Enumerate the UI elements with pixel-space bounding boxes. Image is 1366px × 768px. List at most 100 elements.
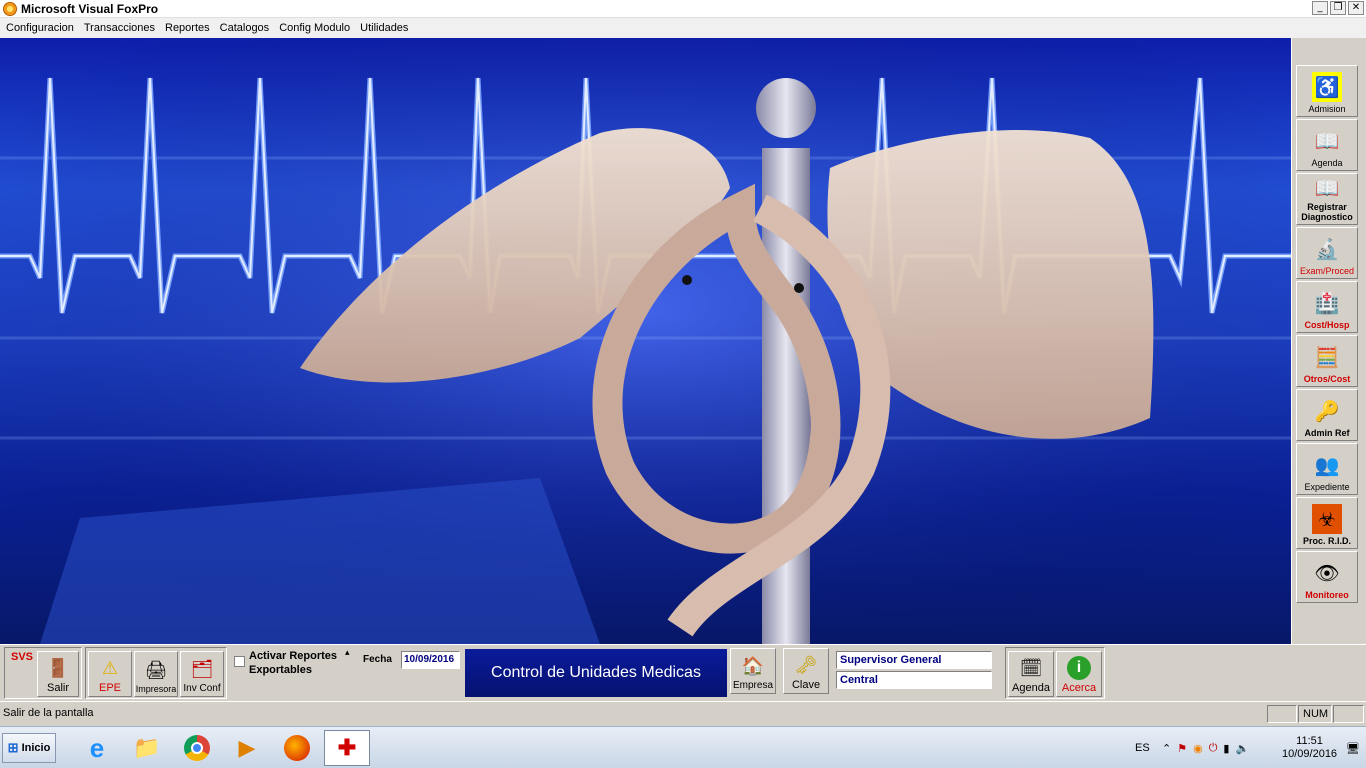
- menu-catalogos[interactable]: Catalogos: [216, 22, 274, 34]
- num-lock-indicator: NUM: [1298, 705, 1332, 723]
- eye-icon: 👁: [1314, 562, 1340, 585]
- activar-reportes-label: Activar Reportes Exportables: [249, 649, 337, 677]
- activar-reportes-checkbox[interactable]: [234, 656, 245, 667]
- power-icon[interactable]: ⏻: [1209, 742, 1218, 755]
- taskbar: ⊞ Inicio e 📁 ▶ ✚ ES ⌃ ⚑ ◉ ⏻ ▮ 🔈 11:51 10…: [0, 726, 1366, 768]
- fecha-field[interactable]: 10/09/2016: [401, 651, 460, 669]
- exam-proced-button[interactable]: 🔬 Exam/Proced: [1296, 227, 1358, 279]
- microscope-icon: 🔬: [1314, 238, 1340, 261]
- otros-cost-button[interactable]: 🧮 Otros/Cost: [1296, 335, 1358, 387]
- salir-button[interactable]: 🚪 Salir: [37, 651, 79, 697]
- admision-button[interactable]: ♿ Admision: [1296, 65, 1358, 117]
- exit-door-icon: 🚪: [46, 657, 70, 678]
- fecha-label: Fecha: [363, 654, 392, 665]
- chrome-icon: [184, 735, 210, 761]
- tools-group: ⚠ EPE 🖨 Impresora 🗂 Inv Conf: [85, 647, 227, 699]
- menu-transacciones[interactable]: Transacciones: [80, 22, 159, 34]
- window-title: Microsoft Visual FoxPro: [21, 1, 159, 16]
- caduceus-illustration: [0, 38, 1291, 644]
- key-icon: 🔑: [1314, 400, 1340, 423]
- registrar-diagnostico-button[interactable]: 📖 Registrar Diagnostico: [1296, 173, 1358, 225]
- impresora-button[interactable]: 🖨 Impresora: [134, 651, 178, 697]
- epe-label: EPE: [98, 682, 121, 694]
- agenda-button[interactable]: 🗓 Agenda: [1008, 651, 1054, 697]
- empresa-button[interactable]: 🏠 Empresa: [730, 648, 776, 694]
- avast-icon[interactable]: ◉: [1193, 742, 1203, 755]
- info-group: 🗓 Agenda i Acerca: [1005, 647, 1105, 699]
- agenda-side-button[interactable]: 📖 Agenda: [1296, 119, 1358, 171]
- close-button[interactable]: ✕: [1348, 1, 1364, 15]
- background-caduceus-image: [0, 38, 1291, 644]
- restore-button[interactable]: ❐: [1330, 1, 1346, 15]
- branch-field: Central: [836, 671, 992, 689]
- warning-icon: ⚠: [101, 657, 119, 678]
- status-panel-empty: [1267, 705, 1297, 723]
- building-icon: 🏠: [741, 655, 765, 676]
- menu-reportes[interactable]: Reportes: [161, 22, 214, 34]
- acerca-button[interactable]: i Acerca: [1056, 651, 1102, 697]
- registrar-diagnostico-label: Registrar Diagnostico: [1301, 202, 1353, 222]
- agenda-person-icon: 🗓: [1019, 657, 1043, 678]
- show-desktop-button[interactable]: 🖥: [1346, 727, 1360, 768]
- language-indicator[interactable]: ES: [1135, 727, 1150, 768]
- people-icon: 👥: [1314, 454, 1340, 477]
- menu-bar: Configuracion Transacciones Reportes Cat…: [0, 18, 1366, 38]
- book-icon: 📖: [1314, 130, 1340, 153]
- monitor-icon: 🖥: [1346, 742, 1360, 755]
- calculator-icon: 🧮: [1314, 346, 1340, 369]
- medical-cross-icon: ✚: [337, 735, 357, 760]
- taskbar-chrome[interactable]: [174, 730, 220, 766]
- exam-proced-label: Exam/Proced: [1299, 266, 1355, 276]
- clave-button[interactable]: 🗝 Clave: [783, 648, 829, 694]
- inv-conf-label: Inv Conf: [183, 683, 221, 694]
- book-icon: 📖: [1314, 177, 1340, 200]
- activar-line2: Exportables: [249, 664, 312, 676]
- menu-utilidades[interactable]: Utilidades: [356, 22, 412, 34]
- taskbar-ie[interactable]: e: [74, 730, 120, 766]
- chevron-up-icon[interactable]: ⌃: [1162, 742, 1171, 755]
- salir-label: Salir: [46, 682, 69, 694]
- hospital-icon: 🏥: [1314, 292, 1340, 315]
- calendar-small-icon: ▴: [345, 647, 350, 657]
- activar-line1: Activar Reportes: [249, 650, 338, 662]
- admin-ref-button[interactable]: 🔑 Admin Ref: [1296, 389, 1358, 441]
- start-label: Inicio: [21, 742, 51, 754]
- speaker-icon[interactable]: 🔈: [1235, 742, 1249, 755]
- acerca-label: Acerca: [1061, 682, 1097, 694]
- taskbar-media-player[interactable]: ▶: [224, 730, 270, 766]
- proc-rid-button[interactable]: ☣ Proc. R.I.D.: [1296, 497, 1358, 549]
- admin-ref-label: Admin Ref: [1304, 428, 1350, 438]
- taskbar-firefox[interactable]: [274, 730, 320, 766]
- cost-hosp-label: Cost/Hosp: [1304, 320, 1350, 330]
- expediente-label: Expediente: [1304, 482, 1350, 492]
- epe-button[interactable]: ⚠ EPE: [88, 651, 132, 697]
- title-bar: Microsoft Visual FoxPro _ ❐ ✕: [0, 0, 1366, 18]
- empresa-label: Empresa: [732, 680, 773, 691]
- signal-icon[interactable]: ▮: [1223, 742, 1229, 755]
- menu-config-modulo[interactable]: Config Modulo: [275, 22, 354, 34]
- network-flag-icon[interactable]: ⚑: [1177, 742, 1187, 755]
- start-button[interactable]: ⊞ Inicio: [2, 733, 56, 763]
- cost-hosp-button[interactable]: 🏥 Cost/Hosp: [1296, 281, 1358, 333]
- taskbar-explorer[interactable]: 📁: [124, 730, 170, 766]
- clock-time: 11:51: [1296, 735, 1323, 747]
- status-panel-empty-2: [1333, 705, 1364, 723]
- impresora-label: Impresora: [135, 684, 177, 694]
- clave-label: Clave: [791, 679, 821, 691]
- menu-configuracion[interactable]: Configuracion: [2, 22, 78, 34]
- monitoreo-button[interactable]: 👁 Monitoreo: [1296, 551, 1358, 603]
- info-icon: i: [1067, 655, 1091, 681]
- taskbar-foxpro-app[interactable]: ✚: [324, 730, 370, 766]
- clock[interactable]: 11:51 10/09/2016: [1282, 727, 1337, 768]
- biohazard-icon: ☣: [1312, 504, 1342, 534]
- tray-icon: 🗂: [190, 658, 214, 679]
- windows-logo-icon: ⊞: [7, 740, 19, 755]
- expediente-button[interactable]: 👥 Expediente: [1296, 443, 1358, 495]
- folder-icon: 📁: [133, 735, 161, 760]
- exit-group: SVS 🚪 Salir: [4, 647, 82, 699]
- system-tray: ⌃ ⚑ ◉ ⏻ ▮ 🔈: [1162, 727, 1249, 768]
- otros-cost-label: Otros/Cost: [1303, 374, 1351, 384]
- minimize-button[interactable]: _: [1312, 1, 1328, 15]
- inv-conf-button[interactable]: 🗂 Inv Conf: [180, 651, 224, 697]
- firefox-icon: [284, 735, 310, 761]
